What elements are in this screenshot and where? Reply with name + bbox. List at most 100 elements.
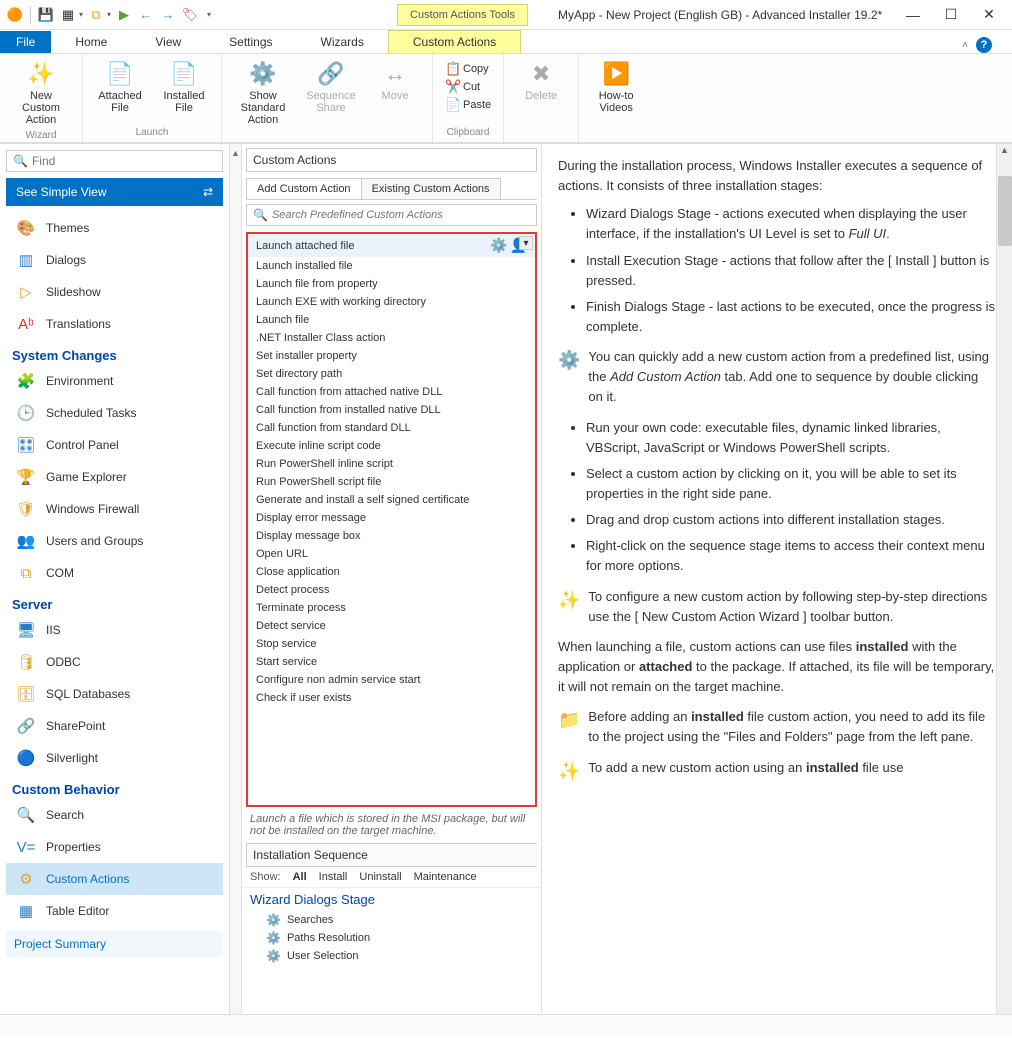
find-box[interactable]: 🔍 (6, 150, 223, 172)
add-sequence-icon[interactable]: ⚙️ (490, 237, 507, 254)
cut-button[interactable]: ✂️Cut (441, 78, 484, 96)
custom-action-item[interactable]: Run PowerShell script file (248, 473, 535, 491)
custom-action-item[interactable]: Detect service (248, 617, 535, 635)
filter-maintenance[interactable]: Maintenance (414, 871, 477, 883)
nav-com[interactable]: ⧉COM (6, 557, 223, 589)
custom-action-item[interactable]: Detect process (248, 581, 535, 599)
nav-iis[interactable]: 🖥IIS (6, 614, 223, 646)
custom-action-item[interactable]: Set directory path (248, 365, 535, 383)
custom-action-item[interactable]: Set installer property (248, 347, 535, 365)
custom-actions-icon: ⚙ (16, 869, 36, 889)
sequence-item[interactable]: ⚙️User Selection (242, 947, 541, 965)
nav-scheduled-tasks[interactable]: 🕒Scheduled Tasks (6, 397, 223, 429)
custom-action-item[interactable]: Execute inline script code (248, 437, 535, 455)
custom-action-item[interactable]: Launch file from property (248, 275, 535, 293)
tab-wizards[interactable]: Wizards (297, 31, 388, 53)
show-label: Show: (250, 871, 281, 883)
nav-game-explorer[interactable]: 🏆Game Explorer (6, 461, 223, 493)
sequence-item[interactable]: ⚙️Searches (242, 911, 541, 929)
close-button[interactable]: ✕ (982, 8, 996, 22)
custom-action-item[interactable]: Call function from installed native DLL (248, 401, 535, 419)
maximize-button[interactable]: ☐ (944, 8, 958, 22)
build-icon[interactable]: ⧉ (87, 6, 105, 24)
nav-users-groups[interactable]: 👥Users and Groups (6, 525, 223, 557)
custom-action-item[interactable]: .NET Installer Class action (248, 329, 535, 347)
left-sidebar: 🔍 See Simple View ⇄ 🎨Themes ▥Dialogs ▷Sl… (0, 144, 230, 1014)
simple-view-button[interactable]: See Simple View ⇄ (6, 178, 223, 206)
new-custom-action-button[interactable]: ✨ New Custom Action (8, 58, 74, 128)
nav-translations[interactable]: AᵇTranslations (6, 308, 223, 340)
nav-dialogs[interactable]: ▥Dialogs (6, 244, 223, 276)
nav-table-editor[interactable]: ▦Table Editor (6, 895, 223, 927)
users-icon: 👥 (16, 531, 36, 551)
main-content: 🔍 See Simple View ⇄ 🎨Themes ▥Dialogs ▷Sl… (0, 144, 1012, 1014)
forward-icon[interactable]: → (159, 6, 177, 24)
nav-themes[interactable]: 🎨Themes (6, 212, 223, 244)
custom-action-item[interactable]: Launch attached file⚙️👤 (248, 234, 535, 257)
nav-slideshow[interactable]: ▷Slideshow (6, 276, 223, 308)
custom-action-item[interactable]: Display message box (248, 527, 535, 545)
filter-uninstall[interactable]: Uninstall (359, 871, 401, 883)
custom-action-item[interactable]: Configure non admin service start (248, 671, 535, 689)
nav-properties[interactable]: V=Properties (6, 831, 223, 863)
custom-action-item[interactable]: Stop service (248, 635, 535, 653)
custom-action-item[interactable]: Launch EXE with working directory (248, 293, 535, 311)
nav-windows-firewall[interactable]: 🛡Windows Firewall (6, 493, 223, 525)
nav-silverlight[interactable]: 🔵Silverlight (6, 742, 223, 774)
custom-action-item[interactable]: Close application (248, 563, 535, 581)
custom-action-item[interactable]: Check if user exists (248, 689, 535, 707)
save-icon[interactable]: 💾 (37, 6, 55, 24)
tab-home[interactable]: Home (51, 31, 131, 53)
expand-icon[interactable]: ▾ (519, 236, 533, 250)
copy-button[interactable]: 📋Copy (441, 60, 493, 78)
dialogs-icon: ▥ (16, 250, 36, 270)
paste-button[interactable]: 📄Paste (441, 96, 495, 114)
nav-search[interactable]: 🔍Search (6, 799, 223, 831)
custom-action-item[interactable]: Terminate process (248, 599, 535, 617)
filter-all[interactable]: All (293, 871, 307, 883)
run-icon[interactable]: ▦ (59, 6, 77, 24)
nav-custom-actions[interactable]: ⚙Custom Actions (6, 863, 223, 895)
custom-action-item[interactable]: Start service (248, 653, 535, 671)
search-custom-actions-input[interactable] (272, 209, 530, 221)
notification-icon[interactable]: 🏷 (181, 6, 199, 24)
vertical-splitter[interactable]: ▴ (230, 144, 242, 1014)
custom-action-item[interactable]: Run PowerShell inline script (248, 455, 535, 473)
attached-file-button[interactable]: 📄 Attached File (91, 58, 149, 116)
database-icon: 🗄 (16, 684, 36, 704)
show-standard-action-button[interactable]: ⚙️ Show Standard Action (230, 58, 296, 128)
custom-action-item[interactable]: Call function from attached native DLL (248, 383, 535, 401)
tab-existing-custom-actions[interactable]: Existing Custom Actions (361, 178, 501, 199)
nav-odbc[interactable]: 🛢ODBC (6, 646, 223, 678)
custom-action-item[interactable]: Open URL (248, 545, 535, 563)
custom-action-item[interactable]: Launch installed file (248, 257, 535, 275)
custom-action-item[interactable]: Generate and install a self signed certi… (248, 491, 535, 509)
help-scrollbar[interactable]: ▲ (996, 144, 1012, 1014)
nav-control-panel[interactable]: 🎛Control Panel (6, 429, 223, 461)
help-bullet: Finish Dialogs Stage - last actions to b… (586, 297, 996, 337)
play-icon[interactable]: ▶ (115, 6, 133, 24)
nav-sharepoint[interactable]: 🔗SharePoint (6, 710, 223, 742)
tab-view[interactable]: View (131, 31, 205, 53)
filter-install[interactable]: Install (319, 871, 348, 883)
custom-action-item[interactable]: Call function from standard DLL (248, 419, 535, 437)
find-input[interactable] (32, 154, 216, 168)
nav-environment[interactable]: 🧩Environment (6, 365, 223, 397)
ribbon-collapse-icon[interactable]: ˄ (962, 40, 968, 51)
installed-file-button[interactable]: 📄 Installed File (155, 58, 213, 116)
tab-custom-actions[interactable]: Custom Actions (388, 30, 521, 53)
back-icon[interactable]: ← (137, 6, 155, 24)
tab-settings[interactable]: Settings (205, 31, 296, 53)
help-icon[interactable]: ? (976, 37, 992, 53)
sequence-stage-header[interactable]: Wizard Dialogs Stage (242, 887, 541, 911)
sequence-item[interactable]: ⚙️Paths Resolution (242, 929, 541, 947)
custom-action-item[interactable]: Launch file (248, 311, 535, 329)
tab-file[interactable]: File (0, 31, 51, 53)
sequence-filter: Show: All Install Uninstall Maintenance (242, 867, 541, 887)
tab-add-custom-action[interactable]: Add Custom Action (246, 178, 362, 199)
project-summary-button[interactable]: Project Summary (6, 931, 223, 957)
howto-videos-button[interactable]: ▶️ How-to Videos (587, 58, 645, 116)
custom-action-item[interactable]: Display error message (248, 509, 535, 527)
minimize-button[interactable]: — (906, 8, 920, 22)
nav-sql-databases[interactable]: 🗄SQL Databases (6, 678, 223, 710)
